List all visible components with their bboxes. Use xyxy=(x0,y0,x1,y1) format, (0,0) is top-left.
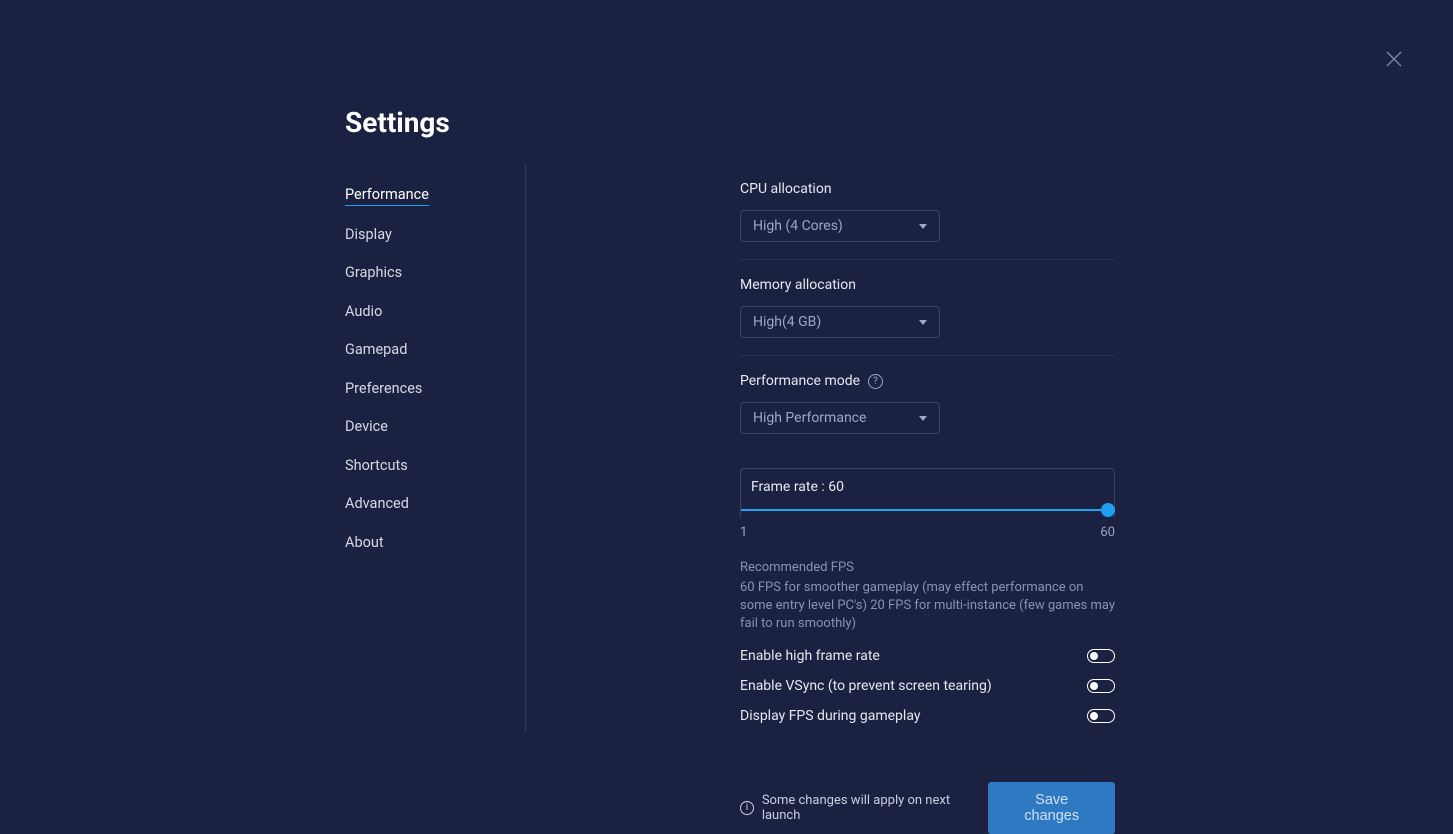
display-fps-label: Display FPS during gameplay xyxy=(740,708,920,724)
enable-vsync-label: Enable VSync (to prevent screen tearing) xyxy=(740,678,992,694)
sidebar-item-about[interactable]: About xyxy=(345,529,384,558)
info-icon: i xyxy=(740,801,754,815)
sidebar-item-performance[interactable]: Performance xyxy=(345,181,429,206)
recommended-fps-body: 60 FPS for smoother gameplay (may effect… xyxy=(740,579,1115,634)
sidebar-item-shortcuts[interactable]: Shortcuts xyxy=(345,452,408,481)
frame-rate-slider[interactable] xyxy=(741,503,1114,517)
chevron-down-icon xyxy=(919,320,927,325)
save-changes-button[interactable]: Save changes xyxy=(988,782,1115,834)
recommended-fps-title: Recommended FPS xyxy=(740,560,1115,575)
cpu-allocation-label: CPU allocation xyxy=(740,181,1115,197)
close-button[interactable] xyxy=(1385,50,1403,68)
sidebar-item-audio[interactable]: Audio xyxy=(345,298,382,327)
chevron-down-icon xyxy=(919,224,927,229)
sidebar-item-preferences[interactable]: Preferences xyxy=(345,375,422,404)
frame-rate-max: 60 xyxy=(1100,525,1115,540)
memory-allocation-label: Memory allocation xyxy=(740,277,1115,293)
display-fps-toggle[interactable] xyxy=(1087,709,1115,723)
sidebar-item-display[interactable]: Display xyxy=(345,221,392,250)
settings-sidebar: Performance Display Graphics Audio Gamep… xyxy=(345,181,525,834)
cpu-allocation-value: High (4 Cores) xyxy=(753,218,843,234)
slider-thumb[interactable] xyxy=(1101,503,1115,517)
close-icon xyxy=(1386,51,1402,67)
page-title: Settings xyxy=(345,106,1115,139)
performance-mode-value: High Performance xyxy=(753,410,866,426)
performance-mode-label: Performance mode xyxy=(740,373,860,389)
footer-note-text: Some changes will apply on next launch xyxy=(762,793,989,823)
memory-allocation-select[interactable]: High(4 GB) xyxy=(740,306,940,338)
performance-mode-select[interactable]: High Performance xyxy=(740,402,940,434)
cpu-allocation-select[interactable]: High (4 Cores) xyxy=(740,210,940,242)
frame-rate-min: 1 xyxy=(740,525,747,540)
memory-allocation-value: High(4 GB) xyxy=(753,314,821,330)
enable-high-frame-rate-label: Enable high frame rate xyxy=(740,648,880,664)
frame-rate-label: Frame rate : 60 xyxy=(741,479,1114,503)
sidebar-item-advanced[interactable]: Advanced xyxy=(345,490,409,519)
enable-vsync-toggle[interactable] xyxy=(1087,679,1115,693)
sidebar-item-graphics[interactable]: Graphics xyxy=(345,259,402,288)
help-icon[interactable]: ? xyxy=(868,374,883,389)
sidebar-item-gamepad[interactable]: Gamepad xyxy=(345,336,407,365)
sidebar-item-device[interactable]: Device xyxy=(345,413,388,442)
vertical-divider xyxy=(525,163,526,733)
slider-track xyxy=(741,509,1114,511)
enable-high-frame-rate-toggle[interactable] xyxy=(1087,649,1115,663)
chevron-down-icon xyxy=(919,416,927,421)
